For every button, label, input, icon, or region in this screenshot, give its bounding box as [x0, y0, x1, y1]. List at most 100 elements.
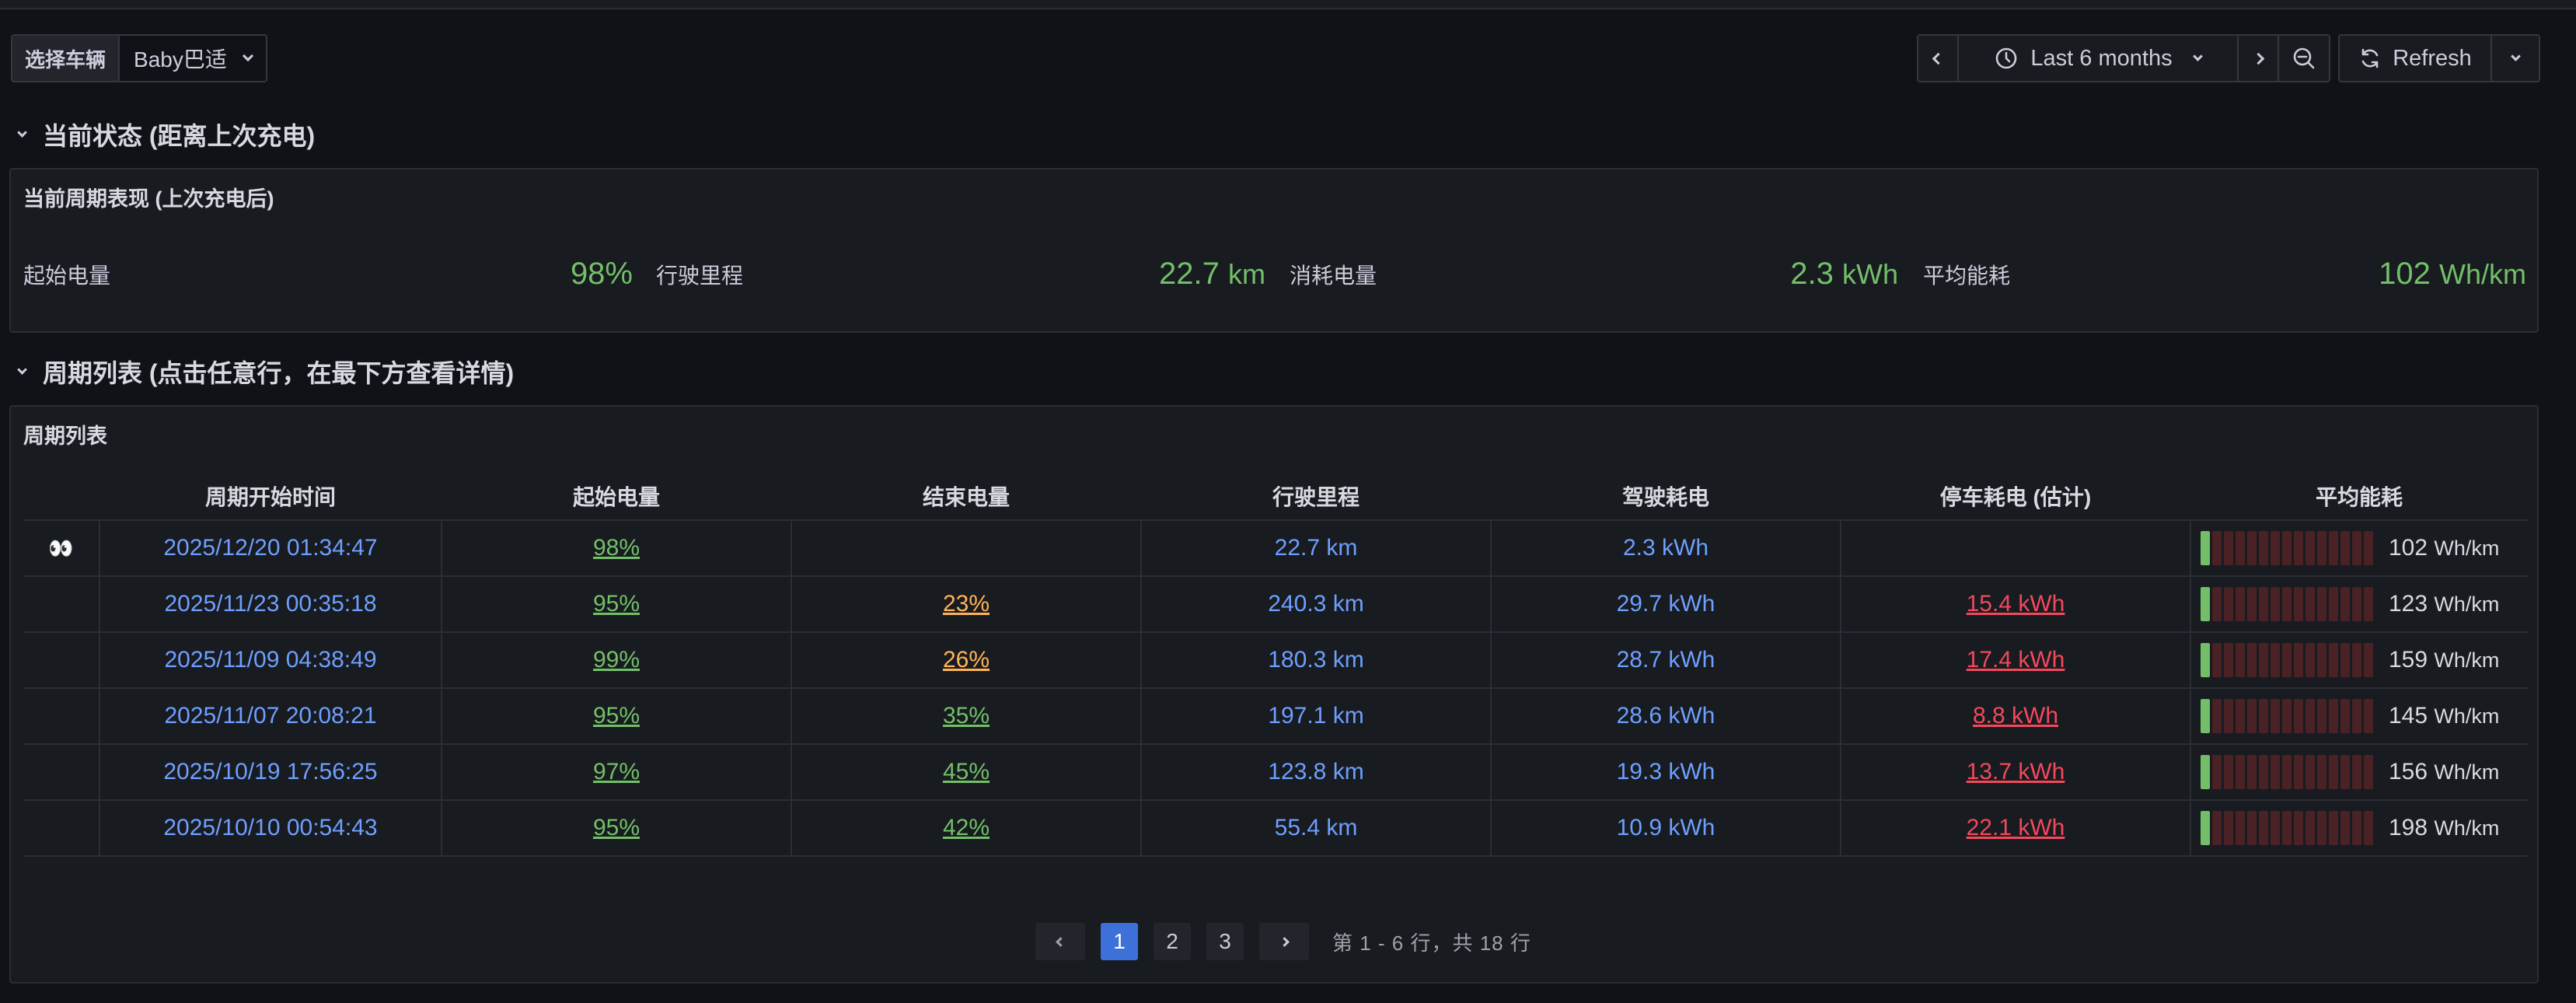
refresh-interval-button[interactable]: [2492, 36, 2539, 81]
column-header[interactable]: 平均能耗: [2190, 472, 2528, 521]
cell-park-energy[interactable]: 13.7 kWh: [1841, 744, 2191, 801]
cell-efficiency[interactable]: 156 Wh/km: [2190, 744, 2528, 801]
efficiency-value: 123 Wh/km: [2389, 591, 2500, 617]
time-range-label: Last 6 months: [2030, 45, 2173, 71]
page-button-3[interactable]: 3: [1206, 923, 1244, 960]
cell-start-time[interactable]: 2025/11/09 04:38:49: [99, 632, 442, 689]
gauge-segment: [2340, 699, 2350, 733]
cell-start-soc[interactable]: 95%: [442, 800, 792, 857]
cell-distance[interactable]: 197.1 km: [1141, 688, 1492, 745]
cell-drive-energy[interactable]: 2.3 kWh: [1491, 520, 1841, 577]
gauge-segment: [2294, 643, 2303, 677]
cell-distance[interactable]: 55.4 km: [1141, 800, 1492, 857]
cell-end-soc[interactable]: 26%: [791, 632, 1142, 689]
efficiency-gauge: [2201, 755, 2373, 789]
gauge-segment: [2212, 699, 2222, 733]
cell-start-time[interactable]: 2025/11/23 00:35:18: [99, 576, 442, 633]
gauge-segment: [2340, 811, 2350, 845]
cell-start-time[interactable]: 2025/10/10 00:54:43: [99, 800, 442, 857]
cell-end-soc[interactable]: 45%: [791, 744, 1142, 801]
cell-distance[interactable]: 123.8 km: [1141, 744, 1492, 801]
time-back-button[interactable]: [1918, 36, 1959, 81]
gauge-segment: [2317, 755, 2326, 789]
cell-end-soc[interactable]: [791, 520, 1142, 577]
stat-distance-value: 22.7 km: [1159, 257, 1265, 291]
cell-start-time[interactable]: 2025/10/19 17:56:25: [99, 744, 442, 801]
gauge-segment: [2364, 643, 2373, 677]
cell-distance[interactable]: 240.3 km: [1141, 576, 1492, 633]
cell-park-energy[interactable]: [1841, 520, 2191, 577]
cell-distance[interactable]: 22.7 km: [1141, 520, 1492, 577]
gauge-segment: [2224, 811, 2233, 845]
cell-efficiency[interactable]: 145 Wh/km: [2190, 688, 2528, 745]
cell-drive-energy[interactable]: 10.9 kWh: [1491, 800, 1841, 857]
cell-park-energy[interactable]: 22.1 kWh: [1841, 800, 2191, 857]
cell-start-soc[interactable]: 98%: [442, 520, 792, 577]
pagination-info: 第 1 - 6 行，共 18 行: [1332, 931, 1531, 955]
gauge-segment: [2212, 643, 2222, 677]
cell-drive-energy[interactable]: 29.7 kWh: [1491, 576, 1841, 633]
cell-start-soc[interactable]: 99%: [442, 632, 792, 689]
time-forward-button[interactable]: [2239, 36, 2279, 81]
gauge-segment: [2236, 531, 2245, 565]
refresh-button[interactable]: Refresh: [2340, 36, 2492, 81]
column-header[interactable]: [23, 472, 99, 521]
cell-start-soc[interactable]: 95%: [442, 576, 792, 633]
cell-start-soc[interactable]: 97%: [442, 744, 792, 801]
cell-end-soc[interactable]: 35%: [791, 688, 1142, 745]
table-row[interactable]: 2025/10/19 17:56:25 97% 45% 123.8 km 19.3 kW…: [23, 744, 2528, 801]
cell-efficiency[interactable]: 102 Wh/km: [2190, 520, 2528, 577]
gauge-segment: [2364, 811, 2373, 845]
cell-efficiency[interactable]: 198 Wh/km: [2190, 800, 2528, 857]
cell-distance[interactable]: 180.3 km: [1141, 632, 1492, 689]
gauge-segment: [2247, 643, 2257, 677]
column-header[interactable]: 起始电量: [442, 472, 791, 521]
row-marker: [23, 688, 100, 745]
table-row[interactable]: 2025/11/07 20:08:21 95% 35% 197.1 km 28.6 kW…: [23, 688, 2528, 745]
cell-drive-energy[interactable]: 19.3 kWh: [1491, 744, 1841, 801]
gauge-segment: [2259, 531, 2268, 565]
section-current-header[interactable]: 当前状态 (距离上次充电): [17, 117, 315, 152]
cell-efficiency[interactable]: 123 Wh/km: [2190, 576, 2528, 633]
section-cycles-header[interactable]: 周期列表 (点击任意行，在最下方查看详情): [17, 354, 514, 390]
gauge-segment: [2247, 587, 2257, 621]
gauge-segment: [2329, 811, 2338, 845]
cell-end-soc[interactable]: 42%: [791, 800, 1142, 857]
gauge-segment: [2224, 531, 2233, 565]
cell-efficiency[interactable]: 159 Wh/km: [2190, 632, 2528, 689]
gauge-segment: [2329, 531, 2338, 565]
gauge-segment: [2340, 755, 2350, 789]
zoom-out-button[interactable]: [2279, 36, 2329, 81]
top-divider: [0, 8, 2576, 9]
cell-park-energy[interactable]: 8.8 kWh: [1841, 688, 2191, 745]
column-header[interactable]: 周期开始时间: [99, 472, 442, 521]
cell-park-energy[interactable]: 17.4 kWh: [1841, 632, 2191, 689]
time-range-picker[interactable]: Last 6 months: [1959, 36, 2239, 81]
gauge-segment: [2352, 587, 2361, 621]
gauge-segment: [2340, 643, 2350, 677]
page-button-2[interactable]: 2: [1154, 923, 1191, 960]
cell-start-soc[interactable]: 95%: [442, 688, 792, 745]
cell-end-soc[interactable]: 23%: [791, 576, 1142, 633]
column-header[interactable]: 停车耗电 (估计): [1841, 472, 2190, 521]
table-row[interactable]: 2025/11/23 00:35:18 95% 23% 240.3 km 29.7 kW…: [23, 576, 2528, 633]
cell-drive-energy[interactable]: 28.7 kWh: [1491, 632, 1841, 689]
table-row[interactable]: 👀 2025/12/20 01:34:47 98% 22.7 km 2.3 kWh 102…: [23, 520, 2528, 577]
page-button-1[interactable]: 1: [1101, 923, 1138, 960]
cycles-panel: 周期列表 周期开始时间 起始电量 结束电量 行驶里程 驾驶耗电 停车耗电 (估计…: [9, 405, 2539, 984]
table-row[interactable]: 2025/10/10 00:54:43 95% 42% 55.4 km 10.9 kWh…: [23, 800, 2528, 857]
gauge-segment: [2329, 699, 2338, 733]
vehicle-select[interactable]: Baby巴适: [120, 36, 266, 81]
column-header[interactable]: 结束电量: [791, 472, 1141, 521]
cell-start-time[interactable]: 2025/12/20 01:34:47: [99, 520, 442, 577]
cell-start-time[interactable]: 2025/11/07 20:08:21: [99, 688, 442, 745]
prev-page-button[interactable]: [1035, 923, 1085, 960]
cell-drive-energy[interactable]: 28.6 kWh: [1491, 688, 1841, 745]
column-header[interactable]: 驾驶耗电: [1491, 472, 1841, 521]
gauge-segment: [2259, 699, 2268, 733]
next-page-button[interactable]: [1259, 923, 1309, 960]
cell-park-energy[interactable]: 15.4 kWh: [1841, 576, 2191, 633]
gauge-segment: [2305, 531, 2315, 565]
column-header[interactable]: 行驶里程: [1141, 472, 1491, 521]
table-row[interactable]: 2025/11/09 04:38:49 99% 26% 180.3 km 28.7 kW…: [23, 632, 2528, 689]
